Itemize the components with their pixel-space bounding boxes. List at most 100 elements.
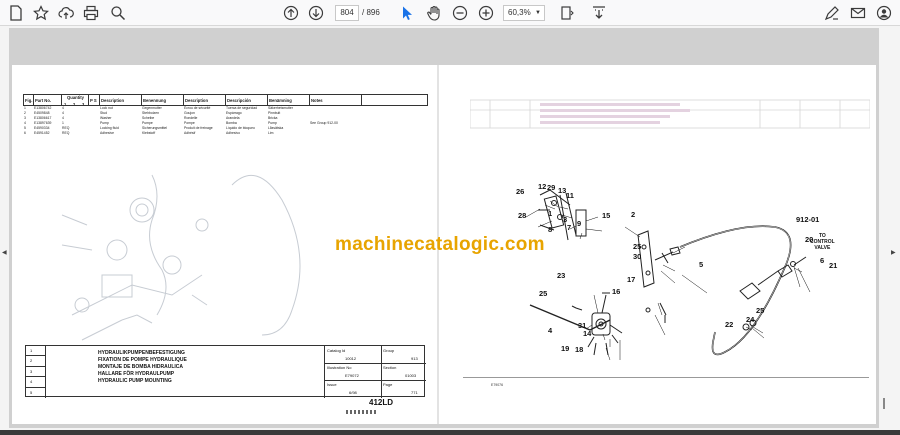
edit-sign-icon[interactable]: [822, 3, 842, 23]
table-cell: Adhesivo: [226, 131, 240, 135]
quantity-sub-2: 2: [73, 102, 76, 105]
chevron-down-icon: ▼: [535, 10, 541, 16]
faded-pump-drawing: [61, 174, 301, 341]
table-header-row: Fig. No. Part No. Quantity 1 2 3 P S Des…: [23, 94, 428, 106]
callout-label: 9: [577, 219, 582, 228]
title-line-number: 1: [26, 346, 45, 357]
issue-value: 6/98: [349, 390, 357, 395]
taskbar-edge: [0, 430, 900, 435]
callout-label: 4: [548, 326, 553, 335]
quantity-sub-3: 3: [82, 102, 85, 105]
callout-label: 29: [547, 183, 556, 192]
column-header: Notes: [310, 95, 362, 105]
right-nav-arrow-icon[interactable]: ▶: [891, 249, 896, 256]
multilingual-titles: HYDRAULIKPUMPENBEFESTIGUNG FIXATION DE P…: [98, 350, 187, 385]
callout-label: 8: [548, 225, 553, 234]
column-header: Description: [184, 95, 226, 105]
callout-label: 15: [602, 211, 611, 220]
callout-label: 30: [633, 252, 642, 261]
callout-label: 28: [518, 211, 527, 220]
title-spanish: MONTAJE DE BOMBA HIDRAULICA: [98, 364, 183, 370]
next-page-icon[interactable]: [306, 3, 326, 23]
column-header: P S: [89, 95, 100, 105]
previous-page-icon[interactable]: [281, 3, 301, 23]
table-cell: Adhesive: [100, 131, 114, 135]
callout-label: 26: [516, 187, 525, 196]
callout-label: 2: [631, 210, 636, 219]
callout-label: 25: [633, 242, 642, 251]
page-fit-icon[interactable]: [557, 3, 577, 23]
column-header: Fig. No.: [24, 95, 34, 105]
callout-label: 25: [539, 289, 548, 298]
table-cell: Lim: [268, 131, 274, 135]
star-icon[interactable]: [31, 3, 51, 23]
title-line-number: 5: [30, 389, 33, 395]
hand-tool-icon[interactable]: [424, 3, 444, 23]
column-header: Benämning: [268, 95, 310, 105]
search-icon[interactable]: [108, 3, 128, 23]
user-account-icon[interactable]: [874, 3, 894, 23]
callout-label: 912-01: [796, 215, 820, 224]
title-line-number: 4: [26, 377, 45, 388]
zoom-select[interactable]: 60,3% ▼: [503, 5, 545, 21]
column-header: Part No.: [34, 95, 62, 105]
callout-label: 12: [538, 182, 547, 191]
column-header: Benennung: [142, 95, 184, 105]
illustration-value: E79072: [345, 373, 359, 378]
page-total-label: / 896: [362, 8, 380, 17]
callout-label: 11: [566, 191, 574, 200]
callout-label: 19: [561, 344, 570, 353]
faded-table-ghost: [470, 99, 870, 129]
document-viewer[interactable]: ◀ ▶ Fig. Part No. Quantity 1 2 3 P S Des…: [0, 26, 900, 435]
print-icon[interactable]: [81, 3, 101, 23]
title-german: HYDRAULIKPUMPENBEFESTIGUNG: [98, 350, 185, 356]
catalog-id-label: Catalog Id: [327, 348, 346, 353]
callout-label: 17: [627, 275, 636, 284]
section-label: Section: [383, 365, 397, 370]
download-icon[interactable]: [589, 3, 609, 23]
cloud-upload-icon[interactable]: [56, 3, 76, 23]
select-cursor-icon[interactable]: [397, 3, 417, 23]
pdf-page: Fig. No. Part No. Quantity 1 2 3 P S Des…: [9, 28, 879, 428]
table-cell: Klebstoff: [142, 131, 156, 135]
barcode: [346, 410, 378, 414]
watermark-text: machinecatalogic.com: [335, 234, 545, 255]
model-label: 412LD: [369, 398, 394, 407]
title-block: 1 2 3 4 5 HYDRAULIKPUMPENBEFESTIGUNG FIX…: [25, 345, 426, 398]
zoom-in-icon[interactable]: [476, 3, 496, 23]
callout-label: 24: [746, 315, 755, 324]
section-value: 01003: [405, 373, 417, 378]
pdf-toolbar: 804 / 896 60,3% ▼: [0, 0, 900, 26]
quantity-sub-1: 1: [64, 102, 67, 105]
zoom-out-icon[interactable]: [450, 3, 470, 23]
callout-label: 7: [567, 223, 572, 232]
mail-icon[interactable]: [848, 3, 868, 23]
catalog-id-value: 10012: [345, 356, 357, 361]
group-label: Group: [383, 348, 395, 353]
left-nav-arrow-icon[interactable]: ◀: [2, 249, 7, 256]
table-cell: [79, 131, 88, 136]
table-cell: E4591452: [34, 131, 50, 135]
column-header: Description: [100, 95, 142, 105]
footer-reference: E79076: [491, 383, 504, 387]
issue-label: Issue: [327, 382, 337, 387]
table-row: 6 E4591452 REQ Adhesive Klebstoff Adhésif Adhe…: [23, 131, 428, 136]
illustration-label: Illustration No: [327, 365, 352, 370]
to-valve-line: VALVE: [814, 245, 831, 251]
title-french: FIXATION DE POMPE HYDRAULIQUE: [98, 357, 187, 363]
parts-list-table: Fig. No. Part No. Quantity 1 2 3 P S Des…: [23, 94, 428, 136]
group-value: 913: [411, 356, 418, 361]
title-line-numbers: 1 2 3 4 5: [26, 346, 46, 398]
zoom-value: 60,3%: [508, 8, 531, 17]
scrollbar-thumb[interactable]: [883, 398, 885, 409]
callout-label: 25: [756, 306, 765, 315]
callout-label: 1: [548, 209, 553, 218]
table-cell: [309, 131, 361, 136]
page-number-input[interactable]: 804: [335, 5, 359, 21]
page-label: Page: [383, 382, 393, 387]
file-icon[interactable]: [6, 3, 26, 23]
callout-label: 21: [829, 261, 838, 270]
title-line-number: 2: [26, 356, 45, 367]
title-english: HYDRAULIC PUMP MOUNTING: [98, 378, 172, 384]
to-control-valve-label: TO CONTROL VALVE: [810, 233, 835, 251]
